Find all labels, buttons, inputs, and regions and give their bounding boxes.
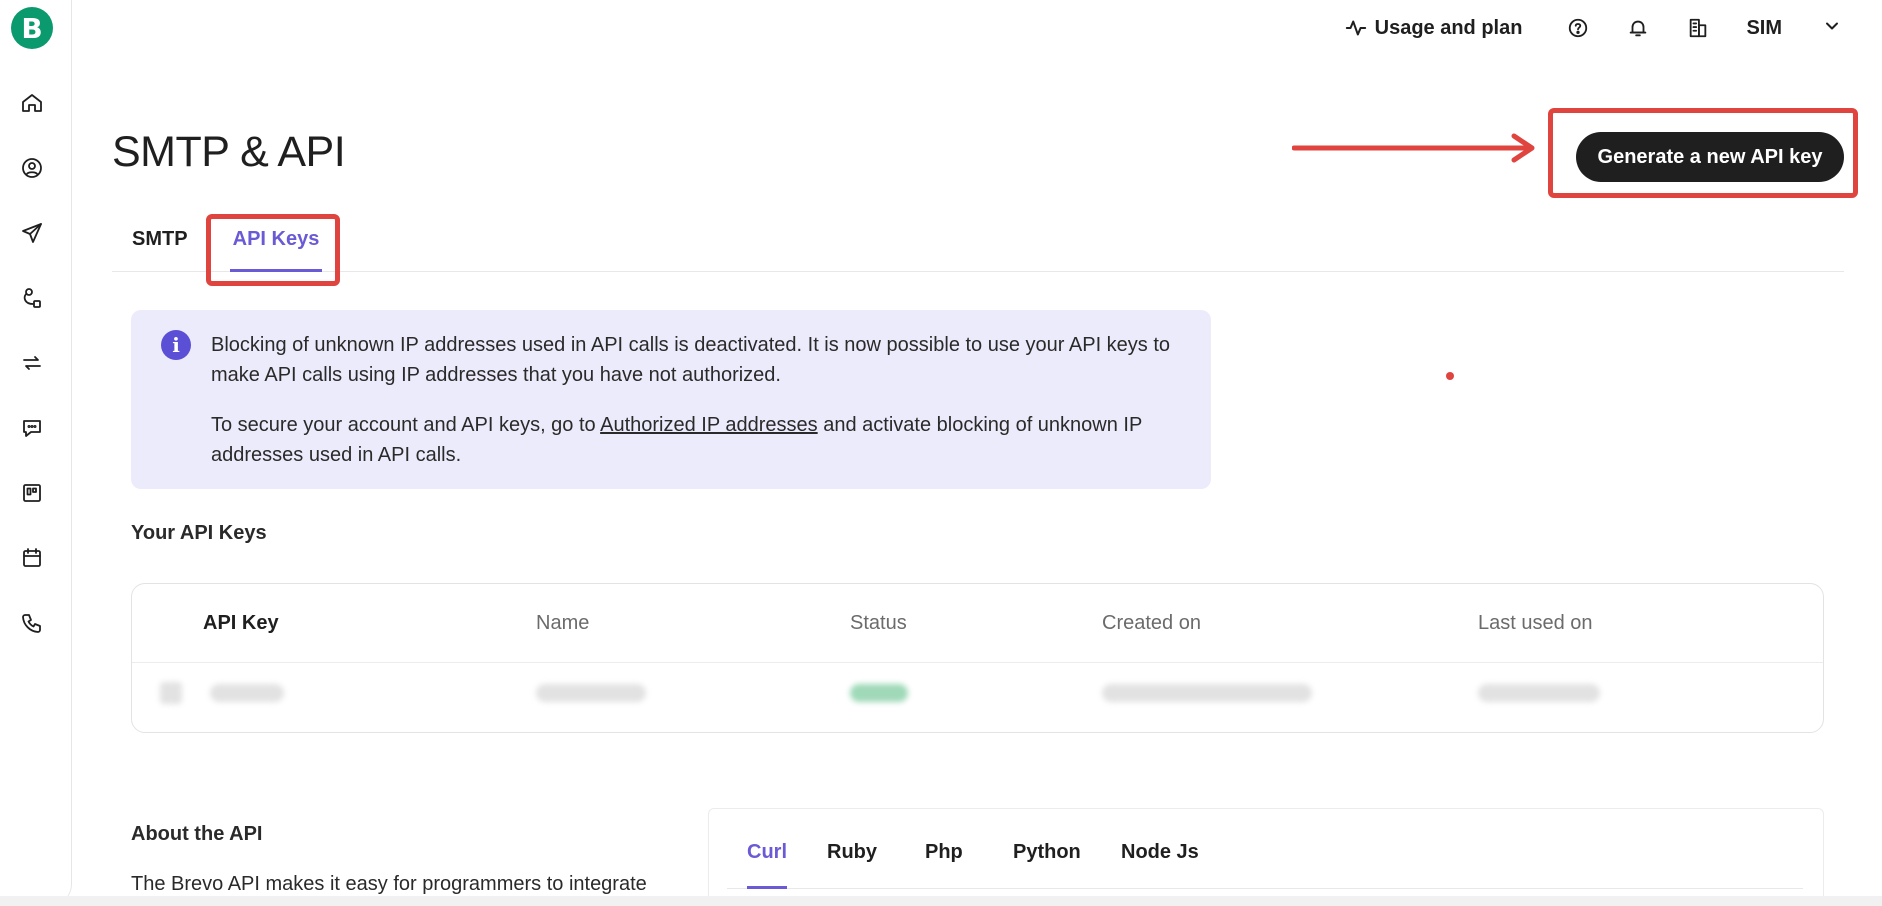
conversations-icon[interactable] bbox=[18, 414, 46, 442]
language-tabs: Curl Ruby Php Python Node Js bbox=[727, 809, 1803, 889]
redacted-status-badge bbox=[850, 684, 908, 702]
usage-and-plan-link[interactable]: Usage and plan bbox=[1345, 16, 1523, 40]
annotation-dot bbox=[1446, 372, 1454, 380]
redacted-last-used-on bbox=[1478, 684, 1600, 702]
meetings-icon[interactable] bbox=[18, 544, 46, 572]
tab-php[interactable]: Php bbox=[925, 841, 963, 889]
redacted-name bbox=[536, 684, 646, 702]
campaigns-icon[interactable] bbox=[18, 219, 46, 247]
row-checkbox[interactable] bbox=[160, 682, 182, 704]
info-text: To secure your account and API keys, go … bbox=[211, 414, 601, 436]
about-api-text: The Brevo API makes it easy for programm… bbox=[131, 873, 647, 895]
column-header-api-key: API Key bbox=[203, 612, 279, 634]
account-name[interactable]: SIM bbox=[1746, 17, 1782, 40]
phone-icon[interactable] bbox=[18, 609, 46, 637]
about-api-title: About the API bbox=[131, 823, 263, 845]
tab-node-js[interactable]: Node Js bbox=[1121, 841, 1199, 889]
column-header-last-used-on: Last used on bbox=[1478, 612, 1593, 634]
tab-ruby[interactable]: Ruby bbox=[827, 841, 877, 889]
redacted-created-on bbox=[1102, 684, 1312, 702]
tab-python[interactable]: Python bbox=[1013, 841, 1081, 889]
activity-icon bbox=[1345, 20, 1366, 36]
top-bar: Usage and plan SIM bbox=[1345, 10, 1842, 46]
contacts-icon[interactable] bbox=[18, 154, 46, 182]
redacted-api-key bbox=[210, 684, 284, 702]
info-icon: i bbox=[161, 330, 191, 360]
info-paragraph-2: To secure your account and API keys, go … bbox=[211, 410, 1181, 470]
tab-smtp[interactable]: SMTP bbox=[132, 224, 188, 272]
column-header-name: Name bbox=[536, 612, 590, 634]
info-banner: i Blocking of unknown IP addresses used … bbox=[131, 310, 1211, 489]
help-icon[interactable] bbox=[1566, 16, 1590, 40]
code-examples-panel: Curl Ruby Php Python Node Js bbox=[708, 808, 1824, 906]
bell-icon[interactable] bbox=[1626, 16, 1650, 40]
authorized-ip-link[interactable]: Authorized IP addresses bbox=[600, 414, 818, 436]
arrow-icon bbox=[1292, 133, 1535, 163]
highlight-box-generate bbox=[1548, 108, 1858, 198]
column-header-status: Status bbox=[850, 612, 907, 634]
brevo-logo[interactable]: B bbox=[11, 7, 53, 49]
api-keys-table: API Key Name Status Created on Last used… bbox=[131, 583, 1824, 733]
transactional-icon[interactable] bbox=[18, 349, 46, 377]
tab-bar: SMTP API Keys bbox=[112, 224, 1844, 272]
sidebar: B bbox=[0, 0, 72, 906]
building-icon[interactable] bbox=[1686, 16, 1710, 40]
page-title: SMTP & API bbox=[112, 128, 346, 176]
column-header-created-on: Created on bbox=[1102, 612, 1201, 634]
highlight-box-api-keys-tab bbox=[206, 214, 340, 286]
table-divider bbox=[132, 662, 1823, 663]
chevron-down-icon[interactable] bbox=[1822, 16, 1842, 41]
home-icon[interactable] bbox=[18, 89, 46, 117]
api-keys-section-title: Your API Keys bbox=[131, 522, 267, 544]
horizontal-scrollbar[interactable] bbox=[0, 896, 1882, 906]
deals-icon[interactable] bbox=[18, 479, 46, 507]
tab-curl[interactable]: Curl bbox=[747, 841, 787, 889]
usage-label: Usage and plan bbox=[1374, 16, 1523, 39]
info-paragraph-1: Blocking of unknown IP addresses used in… bbox=[211, 334, 1171, 386]
automations-icon[interactable] bbox=[18, 284, 46, 312]
